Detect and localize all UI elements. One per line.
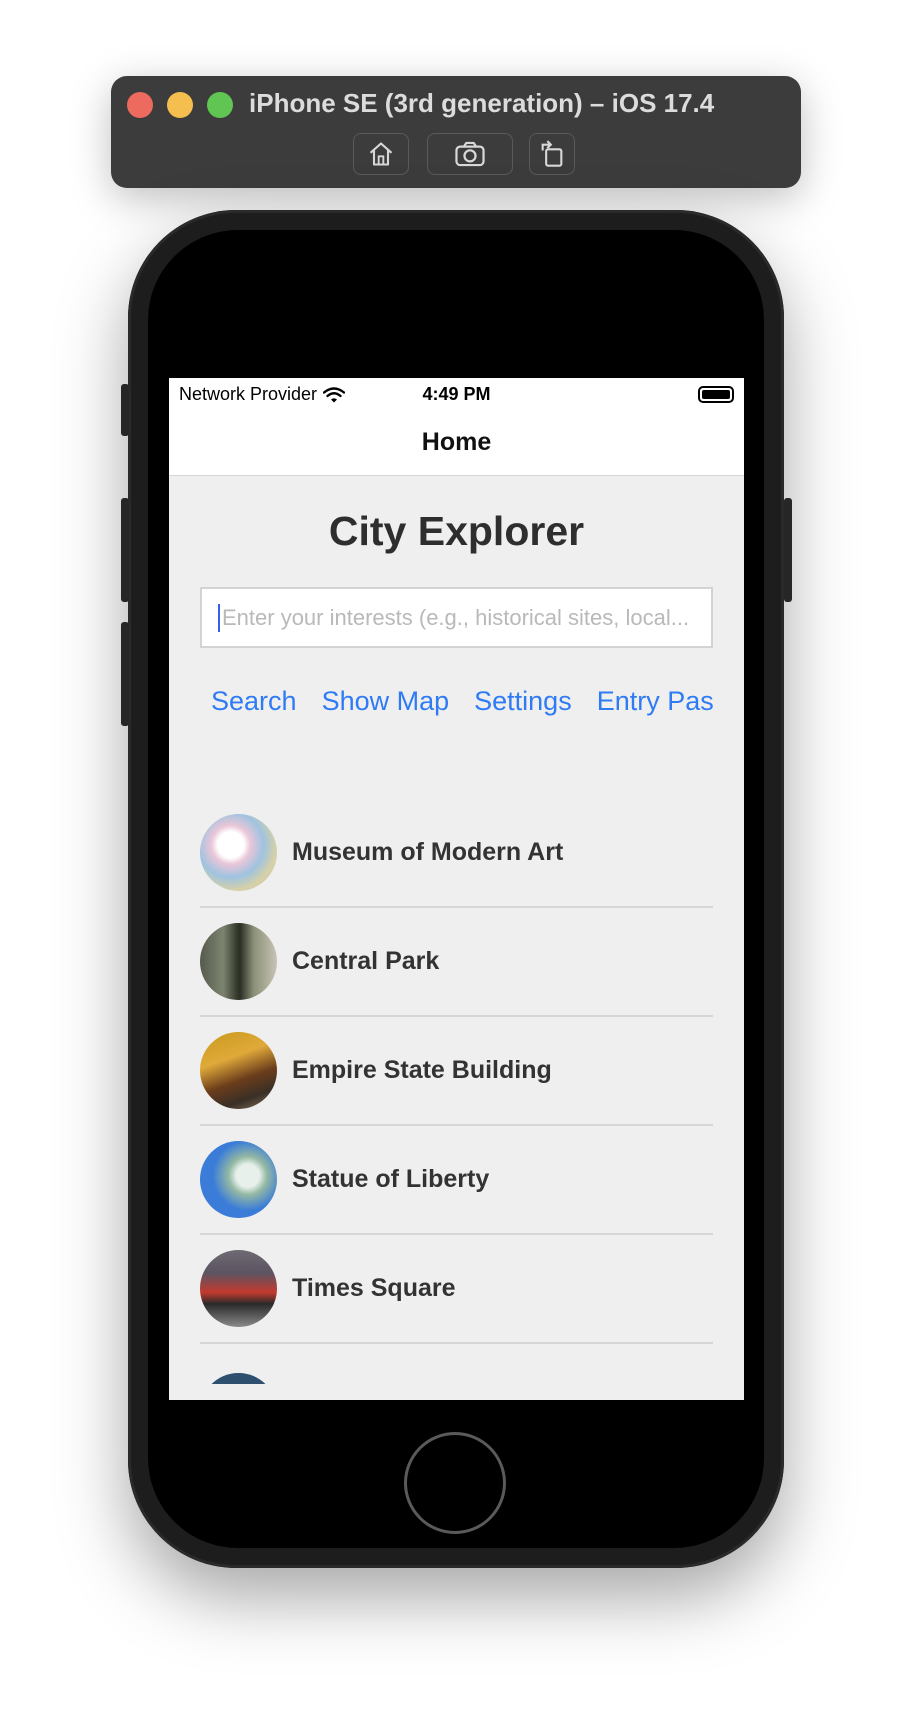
interests-search-input[interactable] [222, 604, 711, 631]
place-name: Museum of Modern Art [292, 838, 564, 866]
text-cursor [218, 603, 220, 632]
status-time: 4:49 PM [422, 384, 491, 404]
place-name: Empire State Building [292, 1056, 552, 1084]
navigation-bar: Home [169, 410, 744, 476]
action-buttons-row: Search Show Map Settings Entry Pass [169, 686, 714, 717]
battery-icon [698, 386, 734, 403]
nav-title: Home [421, 428, 492, 456]
place-name: Statue of Liberty [292, 1165, 490, 1193]
page-title: City Explorer [328, 508, 585, 554]
settings-button[interactable]: Settings [474, 686, 572, 717]
interests-search-box[interactable] [200, 587, 713, 648]
simulator-screenshot-button[interactable] [427, 133, 513, 175]
place-thumbnail [200, 1373, 277, 1384]
place-thumbnail [200, 1250, 277, 1327]
screenshot-icon [455, 141, 485, 167]
simulator-home-button[interactable] [353, 133, 409, 175]
list-item[interactable]: Central Park [200, 908, 713, 1017]
list-item[interactable] [200, 1344, 713, 1384]
volume-up-button [121, 498, 129, 602]
ring-silent-switch [121, 384, 129, 436]
simulator-titlebar: iPhone SE (3rd generation) – iOS 17.4 [111, 76, 801, 188]
device-screen: Network Provider 4:49 PM Home City Explo… [169, 378, 744, 1400]
list-item[interactable]: Statue of Liberty [200, 1126, 713, 1235]
list-item[interactable]: Times Square [200, 1235, 713, 1344]
place-thumbnail [200, 1032, 277, 1109]
home-icon [369, 142, 393, 166]
close-window-button[interactable] [127, 92, 153, 118]
place-thumbnail [200, 923, 277, 1000]
rotate-icon [541, 140, 563, 167]
place-thumbnail [200, 814, 277, 891]
zoom-window-button[interactable] [207, 92, 233, 118]
place-thumbnail [200, 1141, 277, 1218]
device-home-button[interactable] [404, 1432, 506, 1534]
list-item[interactable]: Empire State Building [200, 1017, 713, 1126]
battery-level [702, 390, 730, 399]
list-item[interactable]: Museum of Modern Art [200, 799, 713, 908]
volume-down-button [121, 622, 129, 726]
place-name: Central Park [292, 947, 440, 975]
power-button [784, 498, 792, 602]
show-map-button[interactable]: Show Map [322, 686, 450, 717]
search-button[interactable]: Search [211, 686, 297, 717]
place-name: Times Square [292, 1274, 456, 1302]
places-list: Museum of Modern Art Central Park Empire… [200, 799, 713, 1384]
minimize-window-button[interactable] [167, 92, 193, 118]
simulator-title: iPhone SE (3rd generation) – iOS 17.4 [249, 88, 715, 118]
entry-pass-button[interactable]: Entry Pass [597, 686, 714, 717]
status-bar: Network Provider 4:49 PM [169, 378, 744, 410]
simulator-rotate-button[interactable] [529, 133, 575, 175]
